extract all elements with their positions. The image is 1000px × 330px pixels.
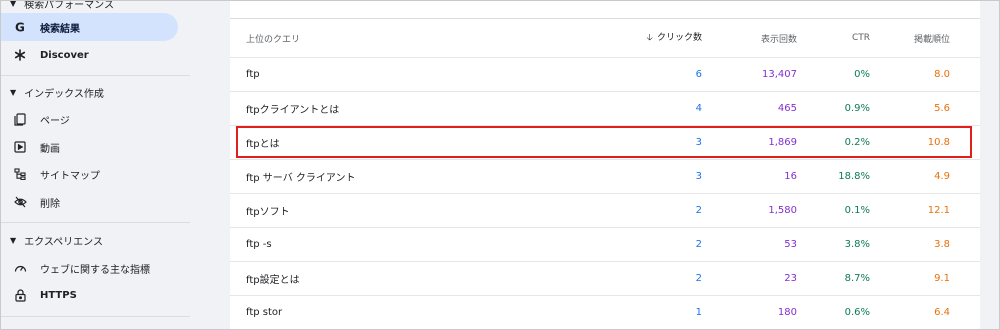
cell-position: 6.4 (870, 295, 950, 330)
cell-spacer (950, 91, 980, 126)
cell-spacer (950, 57, 980, 92)
sidebar-section-label: エクスペリエンス (24, 236, 103, 248)
cell-query: ftp設定とは (230, 261, 560, 296)
arrow-down-icon: 🡣 (646, 33, 653, 43)
cell-impressions: 180 (702, 295, 797, 330)
header-clicks-label: クリック数 (656, 33, 702, 43)
cell-position: 9.1 (870, 261, 950, 296)
top-queries-card: 上位のクエリ 🡣 クリック数 表示回数 CTR 掲載順位 ftp 6 13,407… (230, 0, 980, 330)
header-impressions[interactable]: 表示回数 (702, 19, 797, 58)
cell-query: ftp サーバ クライアント (230, 159, 560, 194)
cell-impressions: 16 (702, 159, 797, 194)
cell-impressions: 1,580 (702, 193, 797, 228)
sidebar-item-label: ページ (40, 115, 70, 127)
cell-ctr: 0.1% (797, 193, 870, 228)
table-row[interactable]: ftp 6 13,407 0% 8.0 (230, 57, 980, 92)
video-icon (12, 139, 28, 155)
caret-down-icon: ▼ (10, 0, 17, 8)
table-header-row: 上位のクエリ 🡣 クリック数 表示回数 CTR 掲載順位 (230, 19, 980, 58)
cell-ctr: 18.8% (797, 159, 870, 194)
sidebar-item-label: ウェブに関する主な指標 (40, 264, 150, 276)
sidebar-item-search-results[interactable]: G 検索結果 (0, 13, 178, 41)
cell-position: 3.8 (870, 227, 950, 262)
cell-query: ftpクライアントとは (230, 91, 560, 126)
lock-icon (12, 287, 28, 303)
sidebar-section-label: 検索パフォーマンス (24, 0, 114, 11)
sidebar-item-label: サイトマップ (40, 170, 100, 182)
cell-clicks: 2 (560, 227, 702, 262)
cell-position: 12.1 (870, 193, 950, 228)
svg-text:G: G (15, 21, 25, 33)
cell-impressions: 23 (702, 261, 797, 296)
eye-off-icon (12, 194, 28, 210)
header-position[interactable]: 掲載順位 (870, 19, 950, 58)
sidebar-item-core-web-vitals[interactable]: ウェブに関する主な指標 (0, 254, 150, 282)
table-row[interactable]: ftpクライアントとは 4 465 0.9% 5.6 (230, 91, 980, 126)
caret-down-icon: ▼ (10, 87, 17, 97)
google-g-icon: G (12, 19, 28, 35)
pages-icon (12, 111, 28, 127)
cell-position: 8.0 (870, 57, 950, 92)
table-row[interactable]: ftp -s 2 53 3.8% 3.8 (230, 227, 980, 262)
cell-query: ftp -s (230, 227, 560, 262)
sidebar-item-label: Discover (40, 49, 89, 61)
cell-spacer (950, 159, 980, 194)
sidebar-section-experience[interactable]: ▼ エクスペリエンス (0, 226, 103, 254)
sidebar-section-index[interactable]: ▼ インデックス作成 (0, 78, 104, 106)
cell-clicks: 2 (560, 193, 702, 228)
sidebar-item-label: 動画 (40, 143, 60, 155)
cell-ctr: 0.9% (797, 91, 870, 126)
cell-ctr: 0.6% (797, 295, 870, 330)
cell-query: ftp stor (230, 295, 560, 330)
cell-clicks: 4 (560, 91, 702, 126)
cell-impressions: 465 (702, 91, 797, 126)
sidebar-item-label: HTTPS (40, 289, 77, 301)
sidebar-item-pages[interactable]: ページ (0, 105, 70, 133)
cell-spacer (950, 227, 980, 262)
header-spacer (950, 19, 980, 58)
highlight-box (236, 126, 972, 158)
sidebar-section-label: インデックス作成 (24, 88, 104, 100)
cell-impressions: 53 (702, 227, 797, 262)
sidebar-divider (0, 222, 190, 223)
cell-clicks: 1 (560, 295, 702, 330)
header-query[interactable]: 上位のクエリ (230, 19, 560, 58)
cell-position: 5.6 (870, 91, 950, 126)
header-ctr[interactable]: CTR (797, 19, 870, 58)
cell-spacer (950, 261, 980, 296)
table-row[interactable]: ftp サーバ クライアント 3 16 18.8% 4.9 (230, 159, 980, 194)
caret-down-icon: ▼ (10, 235, 17, 245)
sidebar-item-https[interactable]: HTTPS (0, 281, 77, 309)
sidebar-divider (0, 75, 190, 76)
gauge-icon (12, 260, 28, 276)
top-queries-table: 上位のクエリ 🡣 クリック数 表示回数 CTR 掲載順位 ftp 6 13,407… (230, 19, 980, 330)
cell-spacer (950, 295, 980, 330)
sitemap-icon (12, 166, 28, 182)
sidebar-item-label: 検索結果 (40, 23, 80, 35)
cell-query: ftpソフト (230, 193, 560, 228)
cell-ctr: 8.7% (797, 261, 870, 296)
cell-position: 4.9 (870, 159, 950, 194)
cell-clicks: 3 (560, 159, 702, 194)
table-row[interactable]: ftpソフト 2 1,580 0.1% 12.1 (230, 193, 980, 228)
sidebar-item-video[interactable]: 動画 (0, 133, 60, 161)
sidebar-divider (0, 316, 190, 317)
sidebar: ▼ 検索パフォーマンス G 検索結果 Discover ▼ インデックス作成 ペ… (0, 0, 190, 330)
cell-clicks: 2 (560, 261, 702, 296)
sidebar-item-discover[interactable]: Discover (0, 41, 89, 69)
sidebar-item-sitemap[interactable]: サイトマップ (0, 160, 100, 188)
sidebar-item-removals[interactable]: 削除 (0, 188, 60, 216)
cell-clicks: 6 (560, 57, 702, 92)
sidebar-item-label: 削除 (40, 198, 60, 210)
cell-ctr: 0% (797, 57, 870, 92)
header-clicks[interactable]: 🡣 クリック数 (560, 19, 702, 58)
cell-query: ftp (230, 57, 560, 92)
table-row[interactable]: ftp設定とは 2 23 8.7% 9.1 (230, 261, 980, 296)
cell-ctr: 3.8% (797, 227, 870, 262)
cell-spacer (950, 193, 980, 228)
asterisk-icon (12, 47, 28, 63)
table-row[interactable]: ftp stor 1 180 0.6% 6.4 (230, 295, 980, 330)
cell-impressions: 13,407 (702, 57, 797, 92)
